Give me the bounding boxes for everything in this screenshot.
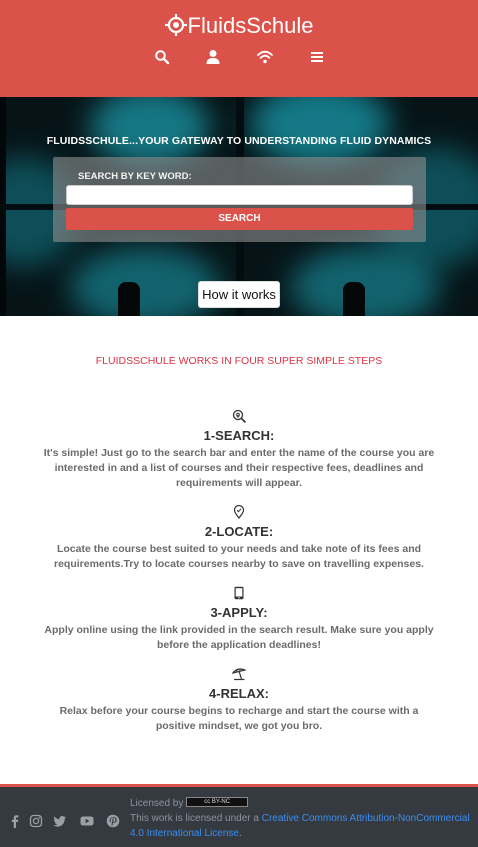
- section-title: FLUIDSSCHULE WORKS IN FOUR SUPER SIMPLE …: [95, 355, 383, 367]
- step-text: Locate the course best suited to your ne…: [54, 543, 424, 570]
- step-title: 3-APPLY:: [210, 605, 268, 620]
- map-pin-icon: [232, 505, 246, 519]
- brand[interactable]: FluidsSchule: [0, 12, 478, 40]
- step-title: 4-RELAX:: [209, 686, 269, 701]
- tablet-icon: [232, 586, 246, 600]
- license-notice: Licensed by cc BY-NC This work is licens…: [130, 796, 470, 841]
- hero-background-shape: [343, 282, 365, 316]
- search-input[interactable]: [66, 185, 413, 205]
- search-button[interactable]: SEARCH: [66, 208, 413, 230]
- search-panel: SEARCH BY KEY WORD: SEARCH: [53, 157, 426, 242]
- wifi-icon[interactable]: [256, 48, 274, 66]
- twitter-icon[interactable]: [53, 814, 67, 828]
- beach-umbrella-icon: [232, 667, 246, 681]
- menu-icon[interactable]: [308, 48, 326, 66]
- user-icon[interactable]: [204, 48, 222, 66]
- header-nav: [0, 48, 478, 66]
- step-text: Apply online using the link provided in …: [44, 624, 434, 651]
- brand-name: FluidsSchule: [187, 13, 314, 38]
- search-label: SEARCH BY KEY WORD:: [78, 171, 192, 182]
- site-header: FluidsSchule: [0, 0, 478, 97]
- site-footer: Licensed by cc BY-NC This work is licens…: [0, 784, 478, 847]
- pinterest-icon[interactable]: [106, 814, 120, 828]
- step-title: 2-LOCATE:: [204, 524, 274, 539]
- instagram-icon[interactable]: [29, 814, 43, 828]
- license-text: This work is licensed under a Creative C…: [130, 811, 470, 841]
- step-relax: 4-RELAX: Relax before your course begins…: [40, 667, 438, 734]
- licensed-by-line: Licensed by cc BY-NC: [130, 796, 470, 811]
- hero-banner: FLUIDSSCHULE...YOUR GATEWAY TO UNDERSTAN…: [0, 97, 478, 316]
- step-title: 1-SEARCH:: [203, 428, 275, 443]
- license-prefix: This work is licensed under a: [130, 813, 262, 824]
- how-it-works-button[interactable]: How it works: [198, 281, 280, 308]
- search-location-icon: [232, 409, 246, 423]
- facebook-icon[interactable]: [8, 814, 22, 828]
- step-locate: 2-LOCATE: Locate the course best suited …: [40, 505, 438, 572]
- hero-background-shape: [118, 282, 140, 316]
- step-apply: 3-APPLY: Apply online using the link pro…: [40, 586, 438, 653]
- licensed-by-label: Licensed by: [130, 798, 184, 809]
- step-text: It's simple! Just go to the search bar a…: [43, 447, 435, 489]
- step-search: 1-SEARCH: It's simple! Just go to the se…: [40, 409, 438, 491]
- youtube-icon[interactable]: [80, 814, 94, 828]
- hero-title: FLUIDSSCHULE...YOUR GATEWAY TO UNDERSTAN…: [46, 135, 432, 147]
- license-suffix: .: [238, 828, 242, 839]
- cc-license-badge[interactable]: cc BY-NC: [186, 797, 249, 808]
- crosshair-icon: [164, 14, 187, 37]
- step-text: Relax before your course begins to recha…: [59, 705, 419, 732]
- search-icon[interactable]: [153, 48, 171, 66]
